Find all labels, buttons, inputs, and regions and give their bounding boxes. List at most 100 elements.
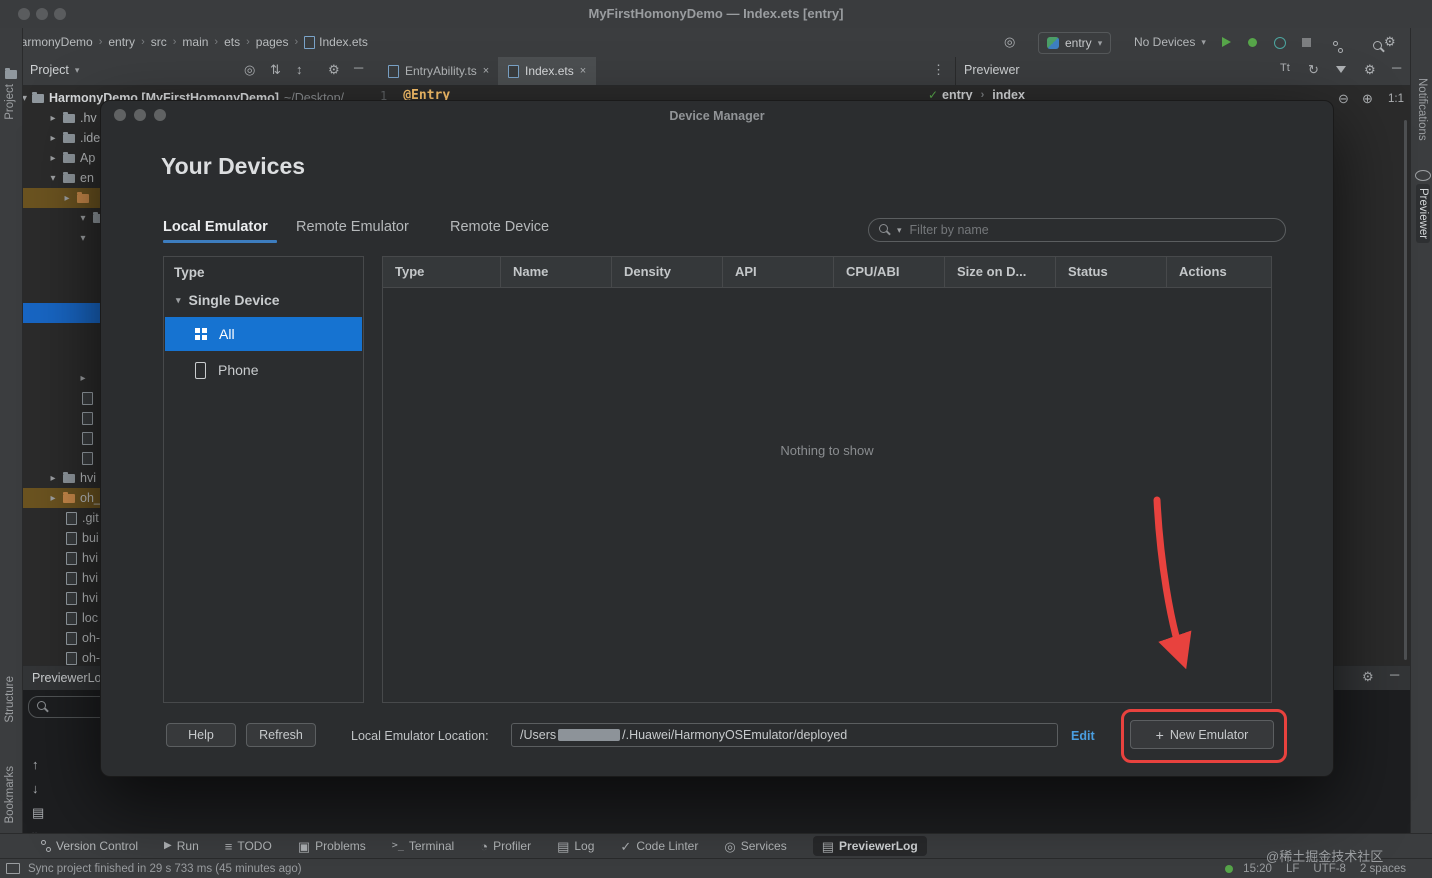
- kebab-menu-icon[interactable]: ⋮: [932, 63, 945, 76]
- close-tab-icon[interactable]: ×: [483, 65, 489, 77]
- edit-link[interactable]: Edit: [1071, 729, 1095, 743]
- toolwin-log[interactable]: ▤ Log: [557, 839, 594, 853]
- font-size-icon[interactable]: Tt: [1280, 63, 1290, 74]
- phone-icon: [195, 361, 206, 379]
- toolwin-code-linter[interactable]: ✓ Code Linter: [620, 839, 698, 853]
- expand-collapse-icon[interactable]: ⇅: [270, 63, 281, 76]
- close-tab-icon[interactable]: ×: [580, 65, 586, 77]
- file-icon: [82, 431, 93, 445]
- zoom-in-icon[interactable]: ⊕: [1362, 92, 1373, 105]
- tree-item-label: .ide: [80, 131, 101, 145]
- window-titlebar: MyFirstHomonyDemo — Index.ets [entry]: [0, 0, 1432, 29]
- location-prefix: /Users: [520, 728, 557, 742]
- toolwin-run[interactable]: ▶ Run: [164, 839, 199, 853]
- run-config-selector[interactable]: entry ▾: [1038, 32, 1112, 54]
- editor-tab-active[interactable]: Index.ets ×: [498, 57, 597, 85]
- filter-field[interactable]: ▾: [868, 218, 1286, 242]
- project-panel-header[interactable]: Project ▾: [30, 63, 79, 77]
- chevron-down-icon: ▾: [176, 294, 181, 305]
- branch-icon: [40, 840, 51, 852]
- type-group-single-device[interactable]: ▾ Single Device: [164, 286, 363, 314]
- hide-panel-icon[interactable]: ─: [354, 61, 363, 74]
- breadcrumb-item[interactable]: ets: [224, 35, 240, 49]
- status-dot: [1225, 864, 1234, 873]
- tab-remote-emulator[interactable]: Remote Emulator: [296, 219, 409, 235]
- toolwin-services[interactable]: ◎ Services: [724, 839, 786, 853]
- toolwin-previewerlog-active[interactable]: ▤ PreviewerLog: [812, 836, 927, 856]
- panel-settings-icon[interactable]: ⚙: [1362, 670, 1374, 683]
- col-status[interactable]: Status: [1056, 257, 1167, 287]
- tree-item-label: oh-: [82, 631, 101, 645]
- toolwin-version-control[interactable]: Version Control: [40, 839, 138, 853]
- toolwin-problems[interactable]: ▣ Problems: [298, 839, 366, 853]
- breadcrumb-item[interactable]: entry: [108, 35, 135, 49]
- file-icon: [66, 611, 77, 625]
- tree-item-label: en: [80, 171, 94, 185]
- divider: [955, 57, 956, 85]
- col-name[interactable]: Name: [501, 257, 612, 287]
- tab-remote-device[interactable]: Remote Device: [450, 219, 549, 235]
- locate-file-icon[interactable]: ◎: [244, 63, 255, 76]
- stop-button[interactable]: [1302, 38, 1311, 47]
- panel-settings-icon[interactable]: ⚙: [328, 63, 340, 76]
- scrollbar[interactable]: [1404, 120, 1407, 660]
- scroll-up-icon[interactable]: ↑: [32, 758, 39, 771]
- refresh-icon[interactable]: ↻: [1308, 63, 1319, 76]
- version-control-icon[interactable]: [1332, 41, 1343, 53]
- strip-label-structure[interactable]: Structure: [4, 676, 16, 723]
- location-field[interactable]: /Users /.Huawei/HarmonyOSEmulator/deploy…: [511, 723, 1058, 747]
- toolwin-todo[interactable]: ≡ TODO: [225, 839, 272, 853]
- help-button[interactable]: Help: [166, 723, 236, 747]
- col-density[interactable]: Density: [612, 257, 723, 287]
- sort-icon[interactable]: ↕: [296, 63, 303, 76]
- editor-tab[interactable]: EntryAbility.ts ×: [378, 57, 499, 85]
- device-target-icon[interactable]: ◎: [1004, 35, 1015, 48]
- type-item-all[interactable]: All: [165, 317, 362, 351]
- file-icon: [82, 391, 93, 405]
- strip-label-bookmarks[interactable]: Bookmarks: [4, 766, 16, 824]
- breadcrumb-item[interactable]: main: [182, 35, 208, 49]
- filter-funnel-icon[interactable]: [1336, 66, 1346, 73]
- tree-item-label: oh-: [82, 651, 101, 665]
- settings-gear-icon[interactable]: ⚙: [1384, 35, 1396, 48]
- run-button[interactable]: [1222, 37, 1231, 47]
- debug-button[interactable]: [1248, 38, 1257, 47]
- tab-local-emulator[interactable]: Local Emulator: [163, 219, 268, 235]
- breadcrumb-item[interactable]: src: [151, 35, 167, 49]
- hide-panel-icon[interactable]: ─: [1390, 668, 1399, 681]
- file-icon: [66, 631, 77, 645]
- toolwin-terminal[interactable]: >_ Terminal: [392, 839, 454, 853]
- strip-label-previewer[interactable]: Previewer: [1416, 184, 1430, 244]
- search-history-caret-icon: ▾: [897, 224, 902, 235]
- toolwin-profiler[interactable]: ◔ Profiler: [480, 839, 531, 853]
- col-size[interactable]: Size on D...: [945, 257, 1056, 287]
- previewer-settings-icon[interactable]: ⚙: [1364, 63, 1376, 76]
- profiler-button[interactable]: [1274, 37, 1286, 49]
- type-item-label: Phone: [218, 362, 259, 378]
- breadcrumb-item[interactable]: HarmonyDemo: [12, 35, 93, 49]
- soft-wrap-icon[interactable]: ▤: [32, 806, 44, 819]
- col-actions[interactable]: Actions: [1167, 257, 1269, 287]
- hide-previewer-icon[interactable]: ─: [1392, 61, 1401, 74]
- strip-label-notifications[interactable]: Notifications: [1416, 78, 1428, 141]
- col-type[interactable]: Type: [383, 257, 501, 287]
- col-api[interactable]: API: [723, 257, 834, 287]
- col-cpu-abi[interactable]: CPU/ABI: [834, 257, 945, 287]
- scroll-down-icon[interactable]: ↓: [32, 782, 39, 795]
- table-header: Type Name Density API CPU/ABI Size on D.…: [383, 257, 1271, 288]
- tree-item-label: hvi: [82, 551, 98, 565]
- strip-label-project[interactable]: Project: [4, 84, 16, 120]
- chevron-right-icon: ▸: [64, 192, 70, 204]
- zoom-out-icon[interactable]: ⊖: [1338, 92, 1349, 105]
- chevron-right-icon: ▸: [50, 112, 56, 124]
- device-selector[interactable]: No Devices ▾: [1126, 32, 1214, 52]
- zoom-ratio[interactable]: 1:1: [1388, 93, 1404, 105]
- refresh-button[interactable]: Refresh: [246, 723, 316, 747]
- project-tool-icon[interactable]: [5, 68, 17, 79]
- tree-item-label: hvi: [80, 471, 96, 485]
- breadcrumb-item[interactable]: pages: [256, 35, 289, 49]
- filter-input[interactable]: [907, 222, 1275, 238]
- breadcrumb-item-file[interactable]: Index.ets: [319, 35, 368, 49]
- type-item-phone[interactable]: Phone: [165, 353, 362, 387]
- chevron-right-icon: ›: [294, 36, 299, 48]
